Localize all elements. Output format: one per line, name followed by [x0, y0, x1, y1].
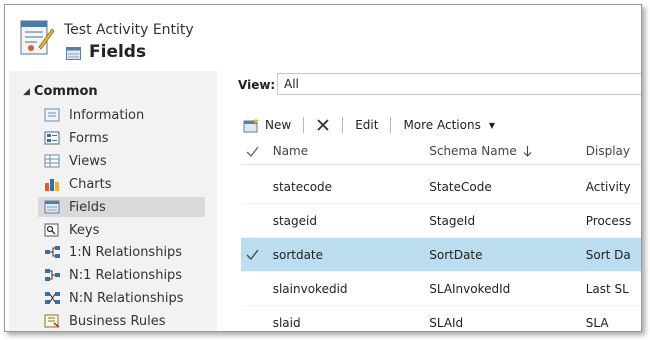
cell-display-name: Process: [585, 213, 632, 228]
sidebar-item-keys[interactable]: Keys: [38, 220, 205, 240]
more-actions-button[interactable]: More Actions ▼: [401, 114, 497, 136]
cell-name: sortdate: [272, 247, 324, 262]
views-icon: [44, 154, 60, 168]
toolbar-divider: [342, 117, 344, 133]
cell-schema-name: StageId: [429, 213, 476, 228]
edit-button-label: Edit: [355, 118, 379, 132]
collapse-triangle-icon: ◢: [23, 86, 30, 97]
command-bar: New Edit More Actions ▼: [241, 113, 641, 137]
column-header-schema-name[interactable]: Schema Name: [429, 144, 586, 158]
sidebar-item-label: Forms: [69, 130, 109, 146]
cell-display-name: Activity: [585, 179, 631, 194]
page-title: Fields: [89, 42, 147, 62]
fields-icon: [44, 200, 60, 214]
row-checkbox-checked[interactable]: [241, 249, 273, 260]
sidebar-item-label: 1:N Relationships: [69, 244, 183, 260]
checkmark-icon: [246, 249, 259, 260]
entity-name: Test Activity Entity: [64, 22, 194, 38]
toolbar-divider: [303, 117, 305, 133]
sidebar-group-common[interactable]: ◢ Common: [23, 84, 98, 99]
sidebar-item-label: Fields: [69, 199, 106, 215]
main-panel: View: All New Edit More Actions ▼ Name S…: [217, 68, 641, 331]
checkmark-icon: [246, 146, 259, 157]
table-row[interactable]: slainvokedid SLAInvokedId Last SL: [241, 272, 641, 306]
sidebar-item-1n-relationships[interactable]: 1:N Relationships: [38, 242, 205, 262]
sidebar-item-business-rules[interactable]: Business Rules: [38, 311, 205, 331]
view-label: View:: [238, 78, 276, 92]
entity-icon: [20, 20, 55, 55]
dropdown-caret-icon: ▼: [488, 120, 495, 130]
new-button-label: New: [265, 118, 292, 132]
toolbar-divider: [390, 117, 392, 133]
cell-display-name: Last SL: [585, 281, 629, 296]
keys-icon: [44, 223, 59, 237]
one-to-many-icon: [45, 246, 60, 258]
many-to-many-icon: [45, 292, 60, 304]
view-selected-value: All: [284, 77, 299, 91]
column-header-label: Schema Name: [429, 144, 517, 158]
new-record-icon: [243, 117, 259, 132]
table-row[interactable]: stageid StageId Process: [241, 204, 641, 238]
cell-schema-name: SLAInvokedId: [429, 281, 511, 296]
forms-icon: [44, 131, 60, 145]
app-window: Test Activity Entity Fields ◢ Common Inf…: [4, 4, 642, 332]
select-all-checkbox[interactable]: [241, 146, 273, 157]
grid-header-row: Name Schema Name Display: [241, 138, 641, 165]
sidebar-item-views[interactable]: Views: [38, 151, 205, 171]
new-button[interactable]: New: [241, 114, 293, 136]
sidebar-item-charts[interactable]: Charts: [38, 174, 205, 194]
information-icon: [44, 108, 60, 122]
delete-icon: [317, 119, 329, 131]
page-header: Test Activity Entity Fields: [5, 5, 641, 68]
table-row[interactable]: slaid SLAId SLA: [241, 306, 641, 331]
sidebar: ◢ Common Information Forms Views Charts …: [9, 71, 217, 331]
more-actions-label: More Actions: [403, 118, 481, 132]
charts-icon: [45, 179, 59, 191]
sidebar-item-label: Information: [69, 107, 145, 123]
cell-name: slainvokedid: [272, 281, 348, 296]
cell-name: statecode: [272, 179, 333, 194]
column-header-name[interactable]: Name: [273, 144, 430, 158]
table-row-selected[interactable]: sortdate SortDate Sort Da: [241, 238, 641, 272]
sidebar-item-label: Business Rules: [69, 313, 166, 329]
cell-name: slaid: [272, 315, 301, 330]
business-rules-icon: [44, 314, 60, 328]
sidebar-item-nn-relationships[interactable]: N:N Relationships: [38, 288, 205, 308]
cell-schema-name: StateCode: [429, 179, 492, 194]
sidebar-item-forms[interactable]: Forms: [38, 128, 205, 148]
cell-schema-name: SortDate: [429, 247, 483, 262]
cell-display-name: Sort Da: [585, 247, 631, 262]
sidebar-item-n1-relationships[interactable]: N:1 Relationships: [38, 265, 205, 285]
view-selector[interactable]: All: [277, 73, 641, 95]
sidebar-group-label: Common: [33, 84, 98, 99]
fields-icon: [66, 47, 81, 60]
sidebar-item-information[interactable]: Information: [38, 105, 205, 125]
cell-display-name: SLA: [585, 315, 609, 330]
sidebar-item-label: Charts: [69, 176, 112, 192]
sort-descending-icon: [523, 145, 532, 157]
cell-name: stageid: [272, 213, 317, 228]
many-to-one-icon: [45, 269, 60, 281]
sidebar-item-label: Views: [69, 153, 107, 169]
sidebar-item-label: Keys: [69, 222, 100, 238]
sidebar-item-label: N:N Relationships: [69, 290, 184, 306]
edit-button[interactable]: Edit: [353, 114, 380, 136]
fields-grid: Name Schema Name Display statecode State…: [241, 138, 641, 331]
sidebar-item-fields[interactable]: Fields: [38, 197, 205, 217]
delete-button[interactable]: [314, 114, 332, 136]
cell-schema-name: SLAId: [429, 315, 464, 330]
sidebar-item-label: N:1 Relationships: [69, 267, 183, 283]
table-row[interactable]: statecode StateCode Activity: [241, 170, 641, 204]
column-header-display-name[interactable]: Display: [586, 144, 641, 158]
